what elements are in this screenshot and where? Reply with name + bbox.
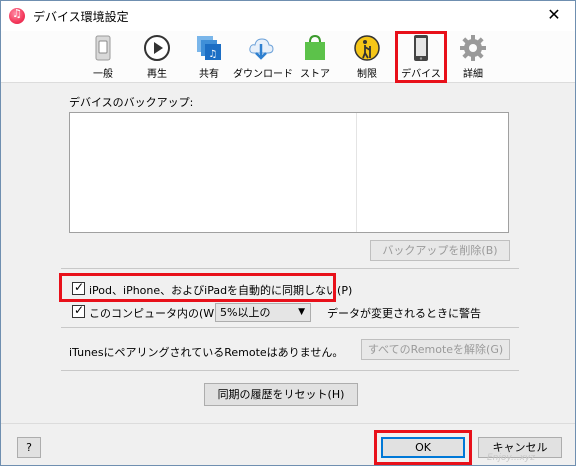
device-iphone-icon — [407, 34, 435, 62]
tab-label: 詳細 — [463, 69, 483, 80]
window-title: デバイス環境設定 — [33, 10, 129, 24]
close-button[interactable]: ✕ — [539, 3, 569, 27]
tab-label: ストア — [300, 69, 330, 80]
section-divider — [61, 370, 519, 371]
tab-label: 制限 — [357, 69, 377, 80]
advanced-gear-icon — [459, 34, 487, 62]
tab-restrictions[interactable]: 制限 — [351, 31, 383, 83]
reset-sync-history-button[interactable]: 同期の履歴をリセット(H) — [204, 383, 358, 406]
data-change-warning-checkbox[interactable] — [72, 303, 85, 318]
tab-download[interactable]: ダウンロード — [233, 31, 293, 83]
tab-sharing[interactable]: ♫ 共有 — [193, 31, 225, 83]
play-icon — [143, 34, 171, 62]
column-divider — [356, 113, 357, 232]
tab-label: 一般 — [93, 69, 113, 80]
backup-list-label: デバイスのバックアップ: — [69, 96, 194, 109]
tab-advanced[interactable]: 詳細 — [457, 31, 489, 83]
tab-store[interactable]: ストア — [299, 31, 331, 83]
select-value: 5%以上の — [220, 306, 271, 319]
warning-label-prefix: このコンピュータ内の(W) — [89, 307, 219, 320]
devices-pane: デバイスのバックアップ: バックアップを削除(B) iPod、iPhone、およ… — [1, 83, 575, 423]
tab-label: 再生 — [147, 69, 167, 80]
warning-label-suffix: データが変更されるときに警告 — [327, 307, 481, 320]
dialog-footer: ? OK キャンセル Enjoy...xyz — [1, 423, 575, 465]
chevron-down-icon: ▼ — [298, 307, 305, 317]
tab-label: ダウンロード — [233, 69, 293, 80]
svg-text:♫: ♫ — [209, 49, 218, 60]
delete-backup-button[interactable]: バックアップを削除(B) — [370, 240, 510, 261]
store-bag-icon — [301, 34, 329, 62]
preferences-toolbar: 一般 再生 ♫ 共有 ダウンロード ストア 制限 デバイス 詳細 — [1, 31, 575, 83]
general-switch-icon — [89, 34, 117, 62]
title-bar: デバイス環境設定 ✕ — [1, 1, 575, 31]
unpair-remotes-button[interactable]: すべてのRemoteを解除(G) — [361, 339, 510, 360]
section-divider — [61, 268, 519, 269]
tab-general[interactable]: 一般 — [87, 31, 119, 83]
tab-devices[interactable]: デバイス — [395, 31, 447, 83]
highlight-box-no-auto-sync — [59, 273, 336, 302]
itunes-app-icon — [9, 7, 25, 24]
device-preferences-window: デバイス環境設定 ✕ 一般 再生 ♫ 共有 — [0, 0, 576, 466]
device-backup-list[interactable] — [69, 112, 509, 233]
help-button[interactable]: ? — [17, 437, 41, 458]
remote-status-text: iTunesにペアリングされているRemoteはありません。 — [69, 346, 344, 359]
tab-label: 共有 — [199, 69, 219, 80]
sharing-icon: ♫ — [195, 34, 223, 62]
highlight-box-ok — [374, 430, 472, 465]
watermark-text: Enjoy...xyz — [487, 453, 535, 463]
section-divider — [61, 327, 519, 328]
download-cloud-icon — [247, 34, 275, 62]
tab-playback[interactable]: 再生 — [141, 31, 173, 83]
parental-restrictions-icon — [353, 34, 381, 62]
data-change-threshold-select[interactable]: 5%以上の ▼ — [215, 303, 311, 322]
